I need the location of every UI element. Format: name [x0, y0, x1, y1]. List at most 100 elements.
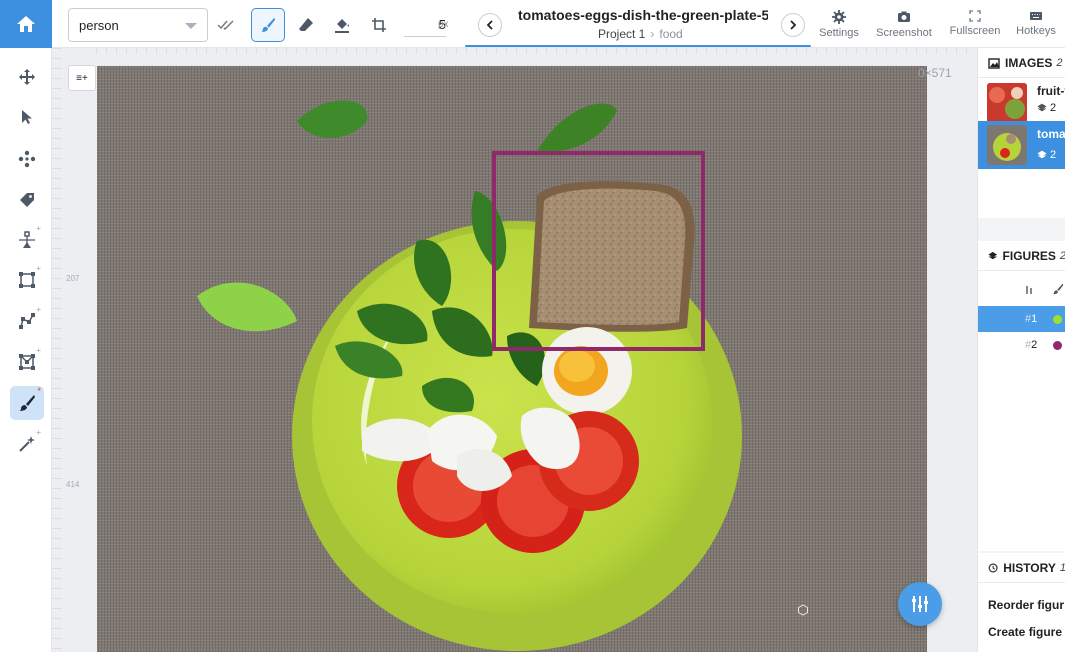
brush-icon [19, 395, 35, 411]
cursor-icon [22, 110, 32, 124]
tag-tool-button[interactable] [10, 183, 44, 217]
breadcrumb: Project 1 › food [598, 27, 683, 41]
sliders-icon [912, 596, 928, 612]
annotation-app: + + + + * + person 5 px tomatoes-eggs-di… [0, 0, 1065, 652]
active-star-mark: * [37, 386, 41, 396]
title-underline [465, 45, 811, 47]
history-panel-title: HISTORY [1003, 560, 1056, 575]
ruler-mark-414: 414 [66, 480, 80, 489]
settings-label: Settings [819, 27, 859, 39]
right-panel: IMAGES 2 fruit-f 2 tomat [977, 48, 1065, 652]
breadcrumb-dataset[interactable]: food [659, 27, 682, 41]
eraser-button[interactable] [289, 8, 323, 42]
chevron-right-icon [790, 20, 797, 30]
figures-list: #1 #2 [978, 271, 1065, 551]
layers-icon [1037, 150, 1047, 159]
image-name: tomat [1037, 127, 1065, 141]
crop-icon [372, 18, 386, 32]
image-thumbnail [987, 83, 1027, 123]
polyline-tool-button[interactable]: + [10, 304, 44, 338]
fill-button[interactable] [325, 8, 359, 42]
history-icon [988, 563, 998, 572]
double-check-icon [217, 20, 234, 30]
select-tool-button[interactable] [10, 100, 44, 134]
figure-number: #2 [1025, 339, 1038, 351]
polygon-tool-button[interactable]: + [10, 345, 44, 379]
move-arrows-icon [19, 69, 35, 85]
camera-icon [898, 11, 910, 22]
brush-icon[interactable] [1052, 283, 1064, 295]
image-title-block: tomatoes-eggs-dish-the-green-plate-5… Pr… [512, 0, 772, 48]
sort-icon[interactable] [1024, 284, 1034, 296]
bread-slice [537, 188, 686, 326]
image-title: tomatoes-eggs-dish-the-green-plate-5… [518, 7, 768, 23]
brush-icon [260, 17, 276, 33]
figure-list-item[interactable]: #1 [978, 306, 1065, 332]
next-image-button[interactable] [781, 13, 805, 37]
point-tool-button[interactable]: + [10, 223, 44, 257]
polygon-icon [19, 354, 35, 370]
egg-yolk-center [559, 350, 595, 382]
home-button[interactable] [0, 0, 52, 48]
history-item[interactable]: Create figure [988, 625, 1062, 639]
images-list: fruit-f 2 tomat 2 [978, 78, 1065, 218]
figures-count: 2 [1060, 250, 1065, 262]
brush-tool-button[interactable]: * [10, 386, 44, 420]
hotkeys-label: Hotkeys [1016, 25, 1056, 37]
chevron-down-icon [185, 23, 197, 29]
brush-button[interactable] [251, 8, 285, 42]
magic-wand-tool-button[interactable]: + [10, 427, 44, 461]
tool-rail: + + + + * + [0, 0, 52, 652]
figure-number: #1 [1025, 313, 1038, 325]
eraser-icon [299, 18, 313, 31]
brush-size-unit: px [438, 19, 449, 30]
check-all-button[interactable] [209, 8, 243, 42]
breadcrumb-separator: › [650, 27, 655, 41]
image-list-item-selected[interactable]: tomat 2 [978, 121, 1065, 169]
plus-mark: + [36, 305, 41, 314]
food-photo[interactable] [97, 66, 927, 652]
class-select[interactable]: person [68, 8, 208, 42]
plus-mark: + [36, 264, 41, 273]
magic-wand-icon [19, 436, 35, 452]
figures-panel-header[interactable]: FIGURES 2 [978, 241, 1065, 271]
history-panel-header[interactable]: HISTORY 1 [978, 553, 1065, 583]
history-item[interactable]: Reorder figur [988, 598, 1064, 612]
hotkeys-button[interactable]: Hotkeys [1005, 10, 1065, 44]
history-list: Reorder figur Create figure [978, 583, 1065, 652]
image-list-item[interactable]: fruit-f 2 [978, 80, 1065, 126]
crop-button[interactable] [362, 8, 396, 42]
figure-list-item[interactable]: #2 [978, 332, 1065, 358]
images-panel-header[interactable]: IMAGES 2 [978, 48, 1065, 78]
rectangle-tool-button[interactable]: + [10, 263, 44, 297]
layers-icon [1037, 103, 1047, 112]
toggle-panel-button[interactable]: ≡+ [68, 65, 96, 91]
pan-tool-button[interactable] [10, 60, 44, 94]
fullscreen-button[interactable]: Fullscreen [944, 10, 1006, 44]
image-layers-value: 2 [1050, 149, 1057, 161]
chevron-left-icon [486, 20, 493, 30]
home-icon [17, 16, 35, 32]
images-count: 2 [1056, 56, 1063, 69]
image-figures-count: 2 [1037, 149, 1056, 161]
keyboard-icon [1030, 12, 1042, 20]
screenshot-button[interactable]: Screenshot [873, 10, 935, 44]
image-layers-value: 2 [1050, 102, 1057, 114]
breadcrumb-project[interactable]: Project 1 [598, 27, 645, 41]
class-select-value: person [79, 17, 119, 33]
settings-button[interactable]: Settings [808, 10, 870, 44]
horizontal-ruler [96, 48, 976, 54]
image-figures-count: 2 [1037, 102, 1056, 114]
adjust-settings-fab[interactable] [898, 582, 942, 626]
prev-image-button[interactable] [478, 13, 502, 37]
bbox-icon [19, 272, 35, 288]
move-points-tool-button[interactable] [10, 142, 44, 176]
image-thumbnail [987, 125, 1027, 165]
plus-mark: + [36, 346, 41, 355]
drag-points-icon [18, 150, 36, 168]
figure-color-dot [1053, 314, 1062, 324]
layers-icon [988, 251, 998, 259]
fullscreen-icon [969, 10, 981, 22]
images-panel-title: IMAGES [1005, 55, 1053, 70]
annotation-canvas[interactable]: 207 414 ≡+ 0×571 [52, 48, 977, 652]
